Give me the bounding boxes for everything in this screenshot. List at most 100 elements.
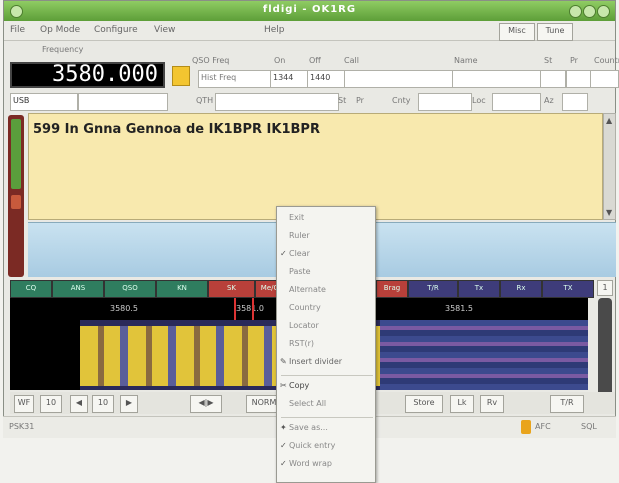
menu-item-label: Save as... — [289, 423, 328, 432]
window-title: fldigi - OK1RG — [262, 4, 357, 15]
pr-field[interactable] — [566, 70, 592, 88]
context-menu-item[interactable]: Paste — [277, 265, 377, 279]
context-menu-item[interactable]: ✓ Clear — [277, 247, 377, 261]
tr-button[interactable]: T/R — [550, 395, 584, 413]
qth-field[interactable] — [215, 93, 339, 111]
menu-item-label: Word wrap — [289, 459, 332, 468]
receive-text-area[interactable]: 599 In Gnna Gennoa de IK1BPR IK1BPR — [28, 113, 603, 220]
menu-op-mode[interactable]: Op Mode — [40, 25, 80, 35]
st-label: St — [544, 56, 553, 65]
scroll-up-icon[interactable]: ▲ — [606, 116, 612, 125]
context-menu-item[interactable]: ✓ Quick entry — [277, 439, 377, 453]
context-menu-item[interactable]: Country — [277, 301, 377, 315]
context-menu-item[interactable]: ✎ Insert divider — [277, 355, 377, 369]
az-label: Az — [544, 96, 554, 105]
menu-separator — [281, 375, 373, 376]
maximize-icon[interactable] — [583, 5, 596, 18]
menu-item-label: RST(r) — [289, 339, 315, 348]
menu-item-label: Paste — [289, 267, 311, 276]
country-label: Country — [594, 56, 619, 65]
menu-item-label: Locator — [289, 321, 319, 330]
macro-sk-button[interactable]: SK — [208, 280, 255, 298]
context-menu-item[interactable]: RST(r) — [277, 337, 377, 351]
context-menu-item[interactable]: ✦ Save as... — [277, 421, 377, 435]
menu-separator — [281, 417, 373, 418]
menu-item-label: Quick entry — [289, 441, 336, 450]
macro-tx2-button[interactable]: TX — [542, 280, 594, 298]
next-icon[interactable]: ▶ — [120, 395, 138, 413]
macro-ans-button[interactable]: ANS — [52, 280, 104, 298]
on-time-field[interactable]: 1344 — [270, 70, 309, 88]
context-menu-item[interactable]: ✓ Word wrap — [277, 457, 377, 471]
receive-text: 599 In Gnna Gennoa de IK1BPR IK1BPR — [33, 122, 320, 137]
context-menu-item[interactable]: Select All — [277, 397, 377, 411]
call-label: Call — [344, 56, 359, 65]
menu-help[interactable]: Help — [264, 25, 285, 35]
country-field[interactable] — [590, 70, 619, 88]
menu-file[interactable]: File — [10, 25, 25, 35]
off-time-field[interactable]: 1440 — [307, 70, 346, 88]
scale-tick-1: 3580.5 — [110, 304, 138, 313]
wf-button[interactable]: WF — [14, 395, 34, 413]
mode-select[interactable]: USB — [10, 93, 78, 111]
context-menu: Exit Ruler ✓ Clear Paste Alternate Country Loca… — [276, 206, 376, 483]
macro-page-button[interactable]: 1 — [597, 280, 613, 296]
macro-cq-button[interactable]: CQ — [10, 280, 52, 298]
call-field[interactable] — [344, 70, 453, 88]
menu-view[interactable]: View — [154, 25, 175, 35]
loc-label: Loc — [472, 96, 486, 105]
menu-configure[interactable]: Configure — [94, 25, 138, 35]
tune-button[interactable]: Tune — [537, 23, 573, 41]
macro-tx-button[interactable]: Tx — [458, 280, 500, 298]
step-field[interactable]: 10 — [40, 395, 62, 413]
frequency-display[interactable]: 3580.000 — [10, 62, 165, 88]
menu-item-label: Insert divider — [289, 357, 343, 366]
az-field[interactable] — [562, 93, 588, 111]
cnty-field[interactable] — [418, 93, 472, 111]
macro-rx-button[interactable]: Rx — [500, 280, 542, 298]
st-field[interactable] — [540, 70, 566, 88]
macro-qso-button[interactable]: QSO — [104, 280, 156, 298]
name-field[interactable] — [452, 70, 541, 88]
menu-item-mark-icon: ✓ — [280, 459, 287, 468]
menu-item-mark-icon: ✓ — [280, 441, 287, 450]
store-button[interactable]: Store — [405, 395, 443, 413]
history-field[interactable]: Hist Freq — [198, 70, 272, 88]
qso-freq-label: QSO Freq — [192, 56, 230, 65]
rv-button[interactable]: Rv — [480, 395, 504, 413]
pr2-label: Pr — [356, 96, 364, 105]
pointer-icon[interactable] — [172, 66, 190, 86]
afc-label[interactable]: AFC — [535, 422, 551, 431]
tx-indicator-icon — [521, 420, 531, 434]
context-menu-item[interactable]: Exit — [277, 211, 377, 225]
macro-kn-button[interactable]: KN — [156, 280, 208, 298]
cnty-label: Cnty — [392, 96, 411, 105]
center-icon[interactable]: ◀|▶ — [190, 395, 222, 413]
context-menu-item[interactable]: Locator — [277, 319, 377, 333]
menu-item-mark-icon: ✦ — [280, 423, 287, 432]
macro-tr-button[interactable]: T/R — [408, 280, 458, 298]
prev-icon[interactable]: ◀ — [70, 395, 88, 413]
context-menu-item[interactable]: ✂ Copy — [277, 379, 377, 393]
macro-brag-button[interactable]: Brag — [376, 280, 408, 298]
frequency-label: Frequency — [42, 45, 84, 54]
context-menu-item[interactable]: Ruler — [277, 229, 377, 243]
minimize-icon[interactable] — [569, 5, 582, 18]
bandwidth-select[interactable] — [78, 93, 168, 111]
menu-bar: File Op Mode Configure View Help Misc Tu… — [4, 21, 615, 41]
sql-label[interactable]: SQL — [581, 422, 597, 431]
menu-item-mark-icon: ✂ — [280, 381, 287, 390]
title-bar: fldigi - OK1RG — [4, 1, 615, 21]
loc-field[interactable] — [492, 93, 541, 111]
menu-item-mark-icon: ✓ — [280, 249, 287, 258]
menu-item-label: Clear — [289, 249, 310, 258]
context-menu-item[interactable]: Alternate — [277, 283, 377, 297]
receive-scrollbar[interactable]: ▲ ▼ — [603, 113, 616, 220]
misc-button[interactable]: Misc — [499, 23, 535, 41]
ref-field[interactable]: 10 — [92, 395, 114, 413]
scroll-down-icon[interactable]: ▼ — [606, 208, 612, 217]
close-icon[interactable] — [597, 5, 610, 18]
menu-item-label: Country — [289, 303, 321, 312]
lk-button[interactable]: Lk — [450, 395, 474, 413]
name-label: Name — [454, 56, 478, 65]
